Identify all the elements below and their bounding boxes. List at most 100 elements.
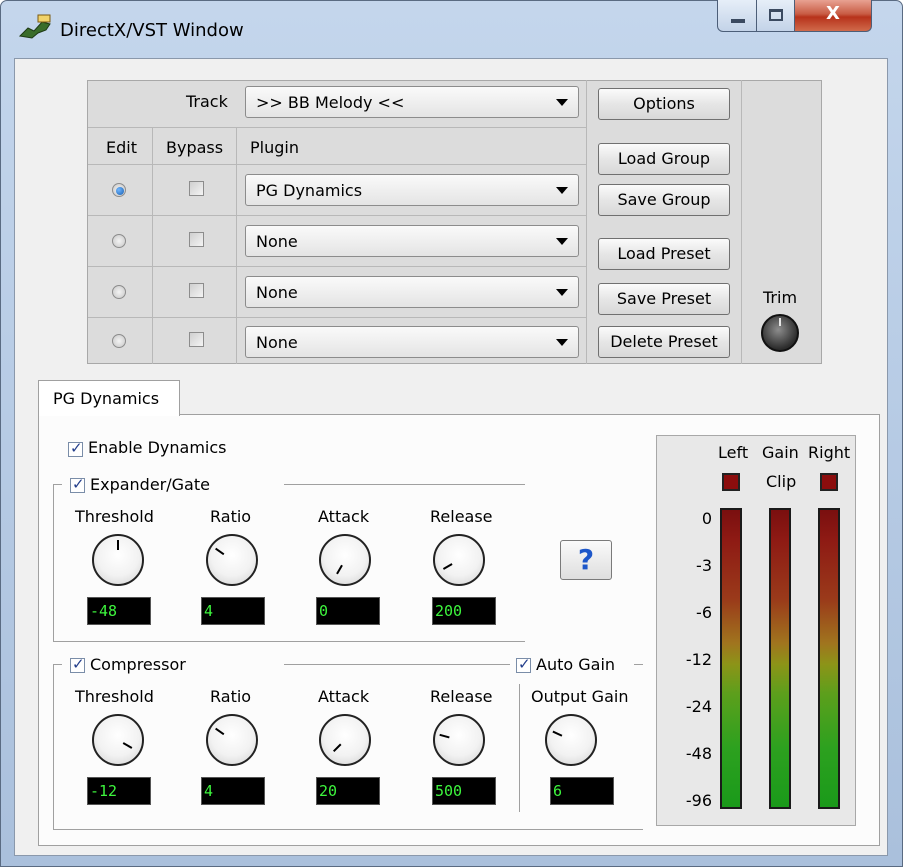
exp-threshold-knob[interactable] xyxy=(92,534,144,586)
load-preset-button[interactable]: Load Preset xyxy=(598,238,730,270)
plugin-select-value: None xyxy=(256,333,298,352)
gain-meter-label: Gain xyxy=(762,443,799,462)
edit-radio-4[interactable] xyxy=(112,334,126,348)
close-button[interactable]: X xyxy=(795,0,872,32)
edit-radio-1[interactable] xyxy=(112,183,126,197)
edit-header: Edit xyxy=(106,138,137,157)
plugin-select-value: None xyxy=(256,232,298,251)
close-icon: X xyxy=(826,3,840,24)
gain-level-meter xyxy=(769,508,791,809)
divider xyxy=(88,317,586,318)
comp-release-label: Release xyxy=(430,687,493,706)
chevron-down-icon xyxy=(556,339,568,346)
enable-dynamics-label: Enable Dynamics xyxy=(88,438,227,457)
save-preset-button[interactable]: Save Preset xyxy=(598,283,730,315)
auto-gain-checkbox[interactable] xyxy=(516,655,531,673)
exp-release-label: Release xyxy=(430,507,493,526)
knob-indicator xyxy=(215,547,225,556)
expander-label: Expander/Gate xyxy=(90,475,210,494)
exp-release-knob[interactable] xyxy=(433,534,485,586)
exp-release-value: 200 xyxy=(432,597,496,625)
bypass-checkbox-2[interactable] xyxy=(189,232,204,247)
exp-ratio-label: Ratio xyxy=(210,507,252,526)
maximize-icon xyxy=(769,9,783,21)
scale-label: -12 xyxy=(685,650,712,669)
compressor-checkbox[interactable] xyxy=(70,655,85,673)
knob-indicator xyxy=(332,743,342,753)
bypass-checkbox-1[interactable] xyxy=(189,181,204,196)
bypass-checkbox-4[interactable] xyxy=(189,332,204,347)
exp-threshold-label: Threshold xyxy=(75,507,154,526)
app-icon xyxy=(18,14,52,40)
save-group-button[interactable]: Save Group xyxy=(598,184,730,216)
divider xyxy=(88,266,586,267)
delete-preset-button[interactable]: Delete Preset xyxy=(598,326,730,358)
knob-indicator xyxy=(215,727,225,736)
auto-gain-label: Auto Gain xyxy=(536,655,616,674)
exp-attack-label: Attack xyxy=(318,507,370,526)
plugin-select-2[interactable]: None xyxy=(245,225,579,257)
bypass-checkbox-3[interactable] xyxy=(189,283,204,298)
divider xyxy=(519,684,520,812)
trim-label: Trim xyxy=(763,288,798,307)
divider xyxy=(88,164,586,165)
left-level-meter xyxy=(720,508,742,809)
exp-ratio-knob[interactable] xyxy=(206,534,258,586)
plugin-chain-panel xyxy=(87,80,822,364)
track-select[interactable]: >> BB Melody << xyxy=(245,86,579,118)
options-button[interactable]: Options xyxy=(598,88,730,120)
comp-ratio-knob[interactable] xyxy=(206,714,258,766)
chevron-down-icon xyxy=(556,187,568,194)
bypass-header: Bypass xyxy=(166,138,224,157)
knob-indicator xyxy=(117,540,119,550)
scale-label: -24 xyxy=(685,697,712,716)
knob-indicator xyxy=(442,563,453,570)
track-label: Track xyxy=(186,92,228,111)
exp-attack-value: 0 xyxy=(316,597,380,625)
load-group-button[interactable]: Load Group xyxy=(598,143,730,175)
plugin-select-3[interactable]: None xyxy=(245,276,579,308)
edit-radio-3[interactable] xyxy=(112,285,126,299)
left-meter-label: Left xyxy=(718,443,749,462)
maximize-button[interactable] xyxy=(757,0,795,32)
help-button[interactable]: ? xyxy=(560,540,612,580)
plugin-select-value: PG Dynamics xyxy=(256,181,363,200)
divider xyxy=(88,127,586,128)
output-gain-label: Output Gain xyxy=(531,687,629,706)
exp-attack-knob[interactable] xyxy=(319,534,371,586)
minimize-button[interactable] xyxy=(717,0,757,32)
scale-label: -6 xyxy=(696,603,712,622)
help-icon: ? xyxy=(577,543,595,576)
exp-ratio-value: 4 xyxy=(201,597,265,625)
comp-threshold-label: Threshold xyxy=(75,687,154,706)
expander-checkbox[interactable] xyxy=(70,475,85,493)
comp-threshold-value: -12 xyxy=(87,777,151,805)
tab-pg-dynamics[interactable]: PG Dynamics xyxy=(38,380,180,416)
plugin-select-4[interactable]: None xyxy=(245,326,579,358)
plugin-select-1[interactable]: PG Dynamics xyxy=(245,174,579,206)
divider xyxy=(88,215,586,216)
compressor-label: Compressor xyxy=(90,655,186,674)
comp-threshold-knob[interactable] xyxy=(92,714,144,766)
comp-ratio-value: 4 xyxy=(201,777,265,805)
comp-attack-knob[interactable] xyxy=(319,714,371,766)
output-gain-value: 6 xyxy=(550,777,614,805)
divider xyxy=(741,80,742,364)
scale-label: 0 xyxy=(701,509,712,528)
scale-label: -3 xyxy=(696,556,712,575)
exp-threshold-value: -48 xyxy=(87,597,151,625)
output-gain-knob[interactable] xyxy=(545,714,597,766)
comp-attack-label: Attack xyxy=(318,687,370,706)
edit-radio-2[interactable] xyxy=(112,234,126,248)
chevron-down-icon xyxy=(556,238,568,245)
knob-indicator xyxy=(552,730,563,737)
trim-knob[interactable] xyxy=(761,314,799,352)
left-clip-led[interactable] xyxy=(722,473,740,491)
knob-indicator xyxy=(122,742,133,749)
plugin-select-value: None xyxy=(256,283,298,302)
knob-indicator xyxy=(779,318,781,326)
comp-release-knob[interactable] xyxy=(433,714,485,766)
comp-ratio-label: Ratio xyxy=(210,687,252,706)
enable-dynamics-checkbox[interactable] xyxy=(68,439,83,457)
right-clip-led[interactable] xyxy=(820,473,838,491)
